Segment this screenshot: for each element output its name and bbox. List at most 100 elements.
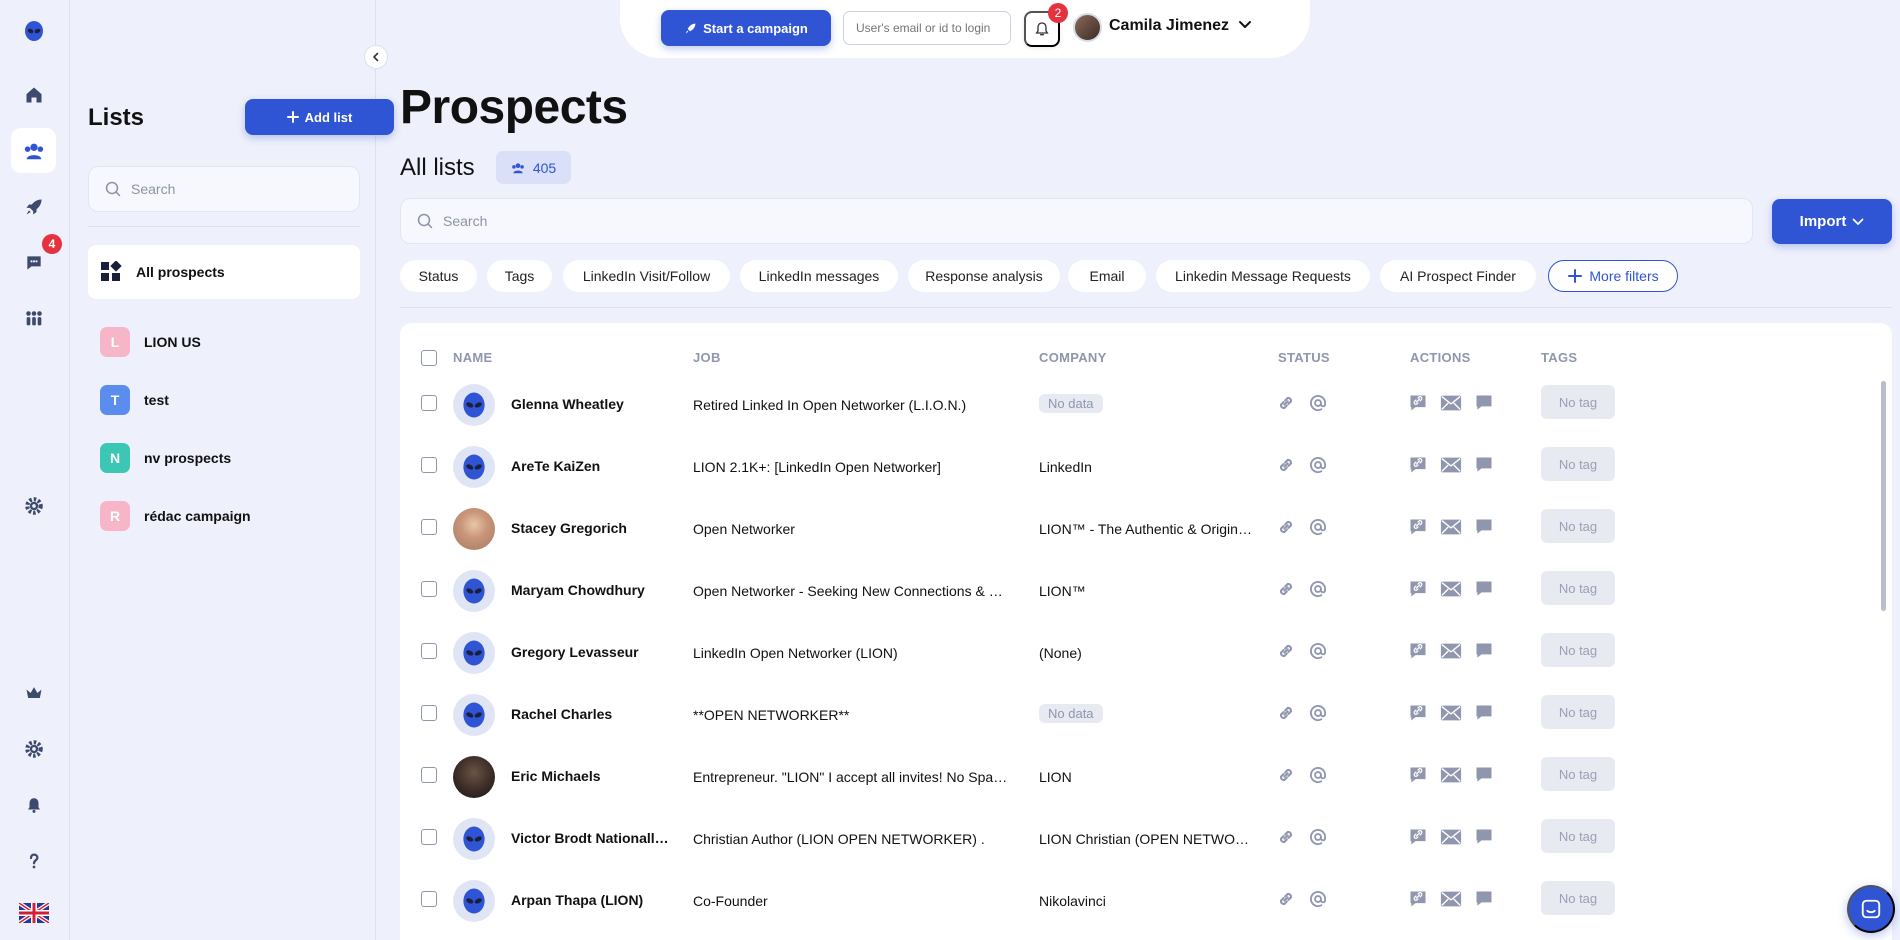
send-email-icon[interactable]: [1440, 393, 1462, 413]
linkedin-visit-icon[interactable]: [1408, 579, 1428, 599]
email-at-icon[interactable]: [1308, 765, 1328, 785]
send-email-icon[interactable]: [1440, 517, 1462, 537]
send-message-icon[interactable]: [1474, 641, 1494, 661]
linkedin-link-icon[interactable]: [1276, 765, 1296, 785]
list-item[interactable]: R rédac campaign: [88, 489, 360, 543]
select-all-checkbox[interactable]: [421, 350, 437, 366]
notifications-icon[interactable]: [11, 782, 56, 827]
email-at-icon[interactable]: [1308, 827, 1328, 847]
column-header-tags[interactable]: TAGS: [1541, 350, 1577, 365]
send-message-icon[interactable]: [1474, 703, 1494, 723]
linkedin-link-icon[interactable]: [1276, 517, 1296, 537]
messages-icon[interactable]: 4: [11, 234, 62, 285]
linkedin-link-icon[interactable]: [1276, 393, 1296, 413]
add-list-button[interactable]: Add list: [245, 99, 394, 135]
no-tag-badge[interactable]: No tag: [1541, 881, 1615, 915]
column-header-actions[interactable]: ACTIONS: [1410, 350, 1471, 365]
no-tag-badge[interactable]: No tag: [1541, 571, 1615, 605]
linkedin-visit-icon[interactable]: [1408, 703, 1428, 723]
no-tag-badge[interactable]: No tag: [1541, 695, 1615, 729]
no-tag-badge[interactable]: No tag: [1541, 385, 1615, 419]
send-message-icon[interactable]: [1474, 889, 1494, 909]
linkedin-visit-icon[interactable]: [1408, 455, 1428, 475]
row-checkbox[interactable]: [421, 581, 437, 597]
linkedin-visit-icon[interactable]: [1408, 641, 1428, 661]
send-email-icon[interactable]: [1440, 889, 1462, 909]
prospect-avatar[interactable]: [453, 570, 495, 612]
send-email-icon[interactable]: [1440, 703, 1462, 723]
list-item[interactable]: L LION US: [88, 315, 360, 369]
email-at-icon[interactable]: [1308, 889, 1328, 909]
row-checkbox[interactable]: [421, 519, 437, 535]
no-tag-badge[interactable]: No tag: [1541, 757, 1615, 791]
prospect-avatar[interactable]: [453, 818, 495, 860]
help-icon[interactable]: [11, 838, 56, 883]
crown-icon[interactable]: [11, 670, 56, 715]
table-row[interactable]: Rachel Charles **OPEN NETWORKER** No dat…: [400, 682, 1892, 744]
prospect-avatar[interactable]: [453, 446, 495, 488]
table-row[interactable]: Arpan Thapa (LION) Co-Founder Nikolavinc…: [400, 868, 1892, 930]
email-at-icon[interactable]: [1308, 393, 1328, 413]
linkedin-visit-icon[interactable]: [1408, 889, 1428, 909]
row-checkbox[interactable]: [421, 767, 437, 783]
import-button[interactable]: Import: [1772, 199, 1892, 244]
collapse-sidebar-button[interactable]: [364, 45, 388, 69]
linkedin-link-icon[interactable]: [1276, 579, 1296, 599]
send-email-icon[interactable]: [1440, 455, 1462, 475]
uk-flag-icon[interactable]: [11, 891, 56, 935]
table-row[interactable]: Maryam Chowdhury Open Networker - Seekin…: [400, 558, 1892, 620]
chevron-down-icon[interactable]: [1238, 19, 1252, 31]
filter-button[interactable]: Response analysis: [908, 260, 1060, 292]
lists-search-input[interactable]: Search: [88, 166, 360, 212]
column-header-name[interactable]: NAME: [453, 350, 492, 365]
prospect-name[interactable]: Eric Michaels: [511, 768, 671, 784]
email-at-icon[interactable]: [1308, 579, 1328, 599]
send-message-icon[interactable]: [1474, 765, 1494, 785]
campaign-rocket-icon[interactable]: [11, 184, 56, 229]
prospect-name[interactable]: Rachel Charles: [511, 706, 671, 722]
table-row[interactable]: Victor Brodt Nationally Known Christian …: [400, 806, 1892, 868]
linkedin-link-icon[interactable]: [1276, 455, 1296, 475]
prospects-icon[interactable]: [11, 128, 56, 173]
prospect-avatar[interactable]: [453, 756, 495, 798]
column-header-status[interactable]: STATUS: [1278, 350, 1330, 365]
prospect-name[interactable]: Stacey Gregorich: [511, 520, 671, 536]
send-message-icon[interactable]: [1474, 827, 1494, 847]
send-message-icon[interactable]: [1474, 393, 1494, 413]
row-checkbox[interactable]: [421, 829, 437, 845]
no-tag-badge[interactable]: No tag: [1541, 447, 1615, 481]
row-checkbox[interactable]: [421, 395, 437, 411]
team-icon[interactable]: [11, 296, 56, 341]
user-avatar[interactable]: [1073, 13, 1102, 42]
prospect-avatar[interactable]: [453, 384, 495, 426]
column-header-company[interactable]: COMPANY: [1039, 350, 1107, 365]
linkedin-link-icon[interactable]: [1276, 703, 1296, 723]
row-checkbox[interactable]: [421, 891, 437, 907]
table-row[interactable]: Eric Michaels Entrepreneur. "LION" I acc…: [400, 744, 1892, 806]
filter-button[interactable]: Status: [400, 260, 477, 292]
support-chat-button[interactable]: [1847, 885, 1895, 933]
send-email-icon[interactable]: [1440, 827, 1462, 847]
table-row[interactable]: Stacey Gregorich Open Networker LION™ - …: [400, 496, 1892, 558]
email-at-icon[interactable]: [1308, 455, 1328, 475]
row-checkbox[interactable]: [421, 457, 437, 473]
prospect-name[interactable]: AreTe KaiZen: [511, 458, 671, 474]
no-tag-badge[interactable]: No tag: [1541, 633, 1615, 667]
linkedin-visit-icon[interactable]: [1408, 393, 1428, 413]
prospects-search-input[interactable]: Search: [400, 198, 1753, 244]
filter-button[interactable]: Tags: [487, 260, 552, 292]
linkedin-visit-icon[interactable]: [1408, 827, 1428, 847]
email-at-icon[interactable]: [1308, 703, 1328, 723]
row-checkbox[interactable]: [421, 705, 437, 721]
prospect-name[interactable]: Maryam Chowdhury: [511, 582, 671, 598]
settings-icon[interactable]: [11, 483, 56, 528]
table-scrollbar[interactable]: [1881, 381, 1886, 611]
list-item-all-prospects[interactable]: All prospects: [88, 245, 360, 299]
filter-button[interactable]: Email: [1068, 260, 1146, 292]
filter-button[interactable]: Linkedin Message Requests: [1156, 260, 1370, 292]
no-tag-badge[interactable]: No tag: [1541, 509, 1615, 543]
list-item[interactable]: N nv prospects: [88, 431, 360, 485]
email-at-icon[interactable]: [1308, 517, 1328, 537]
email-at-icon[interactable]: [1308, 641, 1328, 661]
linkedin-visit-icon[interactable]: [1408, 517, 1428, 537]
